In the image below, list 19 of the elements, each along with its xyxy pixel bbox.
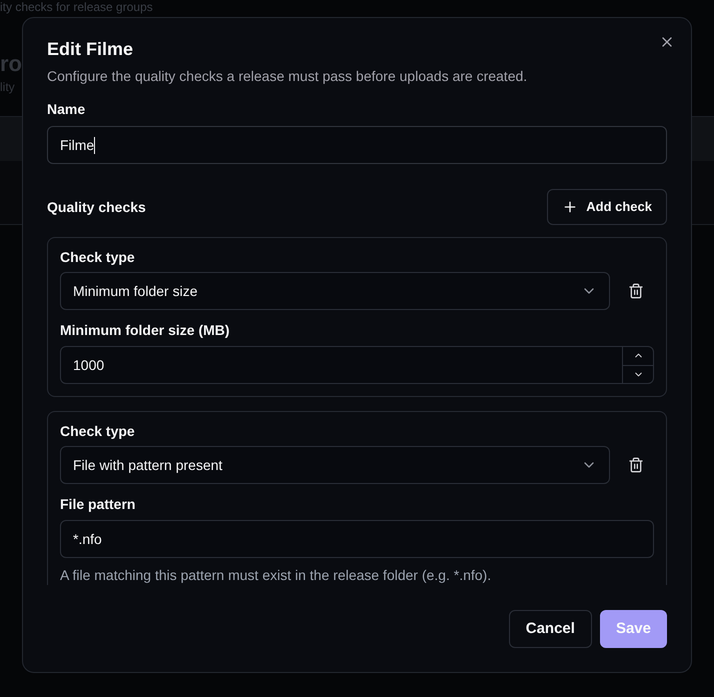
field-label: Check type: [60, 248, 135, 267]
check-type-select[interactable]: File with pattern present: [60, 446, 610, 484]
dialog-description: Configure the quality checks a release must pass before uploads are created.: [47, 67, 528, 86]
help-text: A file matching this pattern must exist in the release folder (e.g. *.nfo).: [60, 566, 492, 585]
text-cursor-icon: [94, 136, 96, 154]
text-input[interactable]: *.nfo: [60, 520, 654, 558]
check-type-select[interactable]: Minimum folder size: [60, 272, 610, 310]
field-label: Minimum folder size (MB): [60, 321, 230, 340]
section-title: Quality checks: [47, 198, 146, 217]
name-input[interactable]: Filme: [47, 126, 667, 164]
trash-icon: [628, 457, 644, 473]
field-label: Name: [47, 100, 86, 119]
field-label: Check type: [60, 422, 135, 441]
page-subtitle: ity checks for release groups: [0, 0, 153, 14]
cancel-button[interactable]: Cancel: [508, 610, 592, 648]
trash-icon: [628, 283, 644, 299]
add-check-button[interactable]: Add check: [547, 189, 667, 225]
dialog-title: Edit Filme: [47, 38, 134, 61]
field-label: File pattern: [60, 495, 136, 514]
